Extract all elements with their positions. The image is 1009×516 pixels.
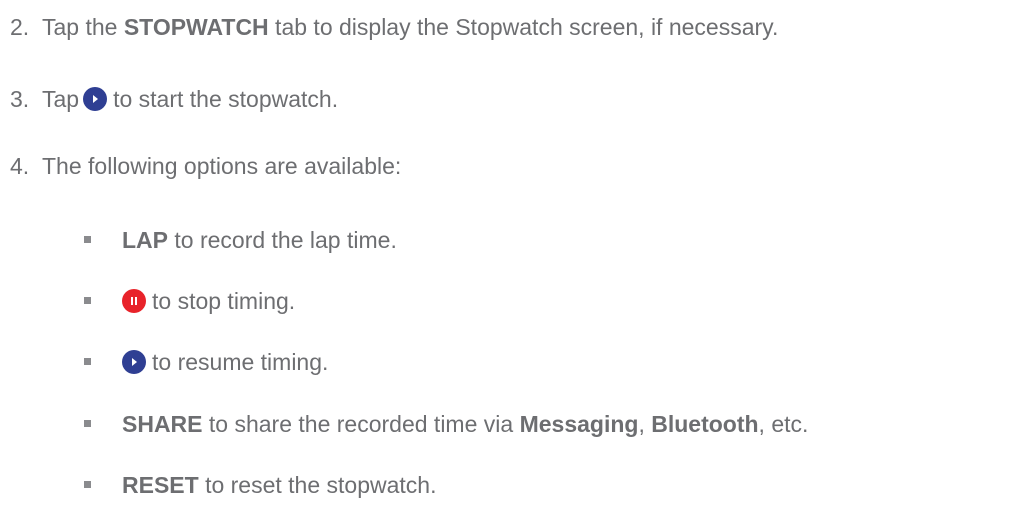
option-text: to record the lap time. xyxy=(168,227,397,253)
play-icon xyxy=(122,350,146,374)
step-text: Tap xyxy=(42,86,80,112)
option-text: , etc. xyxy=(758,411,809,437)
step-text: The following options are available: xyxy=(42,153,402,179)
step-2: 2. Tap the STOPWATCH tab to display the … xyxy=(10,12,778,42)
option-text: to share the recorded time via xyxy=(202,411,520,437)
option-reset: RESET to reset the stopwatch. xyxy=(122,470,436,500)
bullet xyxy=(84,420,91,427)
reset-label: RESET xyxy=(122,472,199,498)
option-text: to reset the stopwatch. xyxy=(198,472,437,498)
lap-label: LAP xyxy=(122,227,168,253)
option-text: to stop timing. xyxy=(152,288,296,314)
step-text: tab to display the Stopwatch screen, if … xyxy=(268,14,779,40)
option-resume: to resume timing. xyxy=(118,347,328,377)
step-number: 2. xyxy=(10,14,30,40)
option-text: to resume timing. xyxy=(152,349,329,375)
option-lap: LAP to record the lap time. xyxy=(122,225,397,255)
step-4: 4. The following options are available: xyxy=(10,151,401,181)
stopwatch-tab-label: STOPWATCH xyxy=(123,14,269,40)
play-icon xyxy=(83,87,108,111)
bullet xyxy=(84,297,91,304)
step-3: 3. Tap to start the stopwatch. xyxy=(10,84,338,114)
bullet xyxy=(84,481,91,488)
messaging-label: Messaging xyxy=(519,411,639,437)
bluetooth-label: Bluetooth xyxy=(651,411,759,437)
option-text: , xyxy=(638,411,652,437)
step-text: to start the stopwatch. xyxy=(113,86,339,112)
step-number: 4. xyxy=(10,153,30,179)
share-label: SHARE xyxy=(122,411,203,437)
pause-icon xyxy=(122,289,146,313)
bullet xyxy=(84,236,91,243)
option-share: SHARE to share the recorded time via Mes… xyxy=(122,409,808,439)
option-stop: to stop timing. xyxy=(118,286,295,316)
bullet xyxy=(84,358,91,365)
step-number: 3. xyxy=(10,86,30,112)
step-text: Tap the xyxy=(42,14,124,40)
